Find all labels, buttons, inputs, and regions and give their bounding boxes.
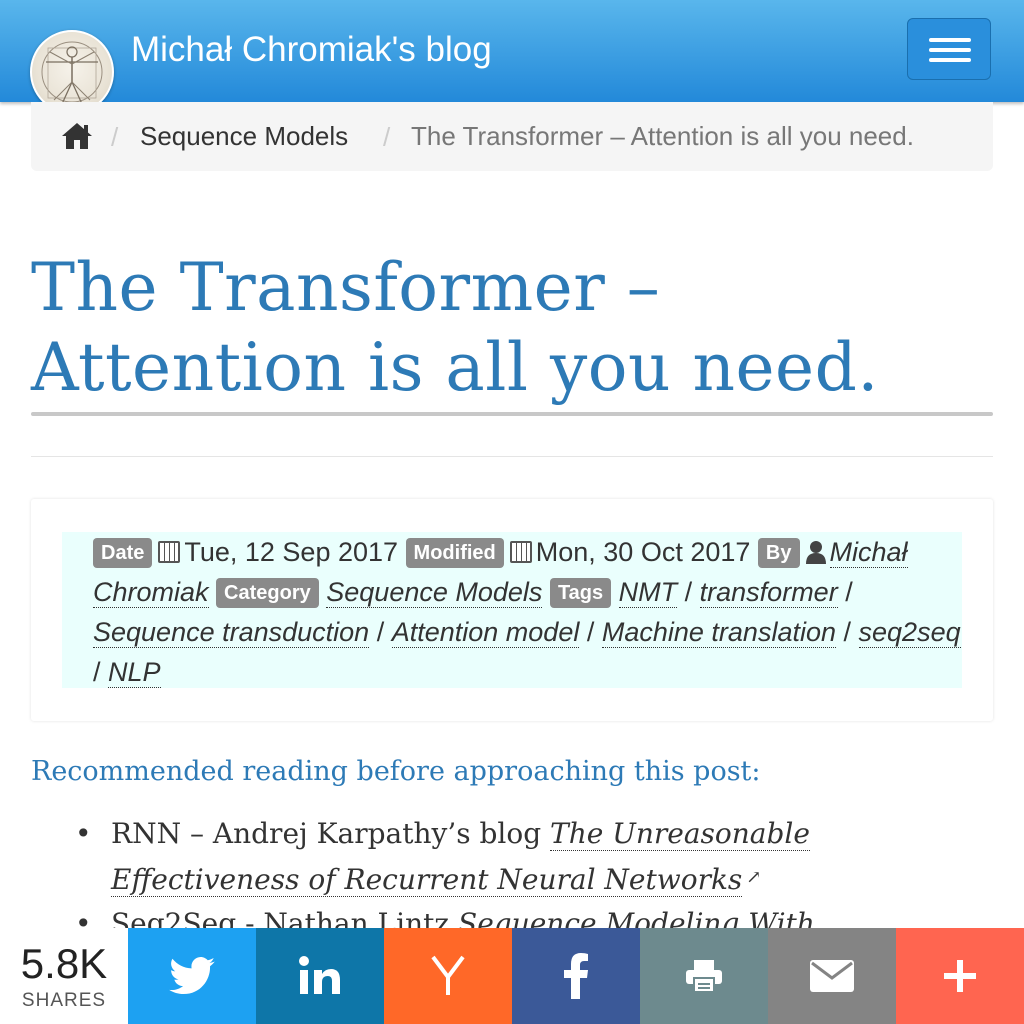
tag-link[interactable]: Attention model bbox=[391, 617, 580, 648]
home-icon[interactable] bbox=[60, 121, 94, 151]
category-label: Category bbox=[216, 578, 319, 608]
breadcrumb-current-page: The Transformer – Attention is all you n… bbox=[411, 121, 914, 151]
modified-date: Mon, 30 Oct 2017 bbox=[535, 537, 751, 567]
tag-link[interactable]: NLP bbox=[108, 657, 161, 688]
post-title: The Transformer – Attention is all you n… bbox=[31, 249, 879, 406]
breadcrumb-category-link[interactable]: Sequence Models bbox=[140, 121, 348, 152]
modified-label: Modified bbox=[405, 538, 504, 568]
linkedin-share-button[interactable] bbox=[256, 928, 384, 1024]
tag-link[interactable]: NMT bbox=[618, 577, 678, 608]
share-count: 5.8K SHARES bbox=[0, 928, 128, 1024]
divider bbox=[31, 456, 993, 457]
printer-icon bbox=[686, 960, 722, 993]
facebook-share-button[interactable] bbox=[512, 928, 640, 1024]
navbar: Michał Chromiak's blog bbox=[0, 0, 1024, 114]
envelope-icon bbox=[810, 960, 854, 992]
list-item: RNN – Andrej Karpathy’s blog The Unreaso… bbox=[0, 812, 871, 902]
email-share-button[interactable] bbox=[768, 928, 896, 1024]
post-meta: Date Tue, 12 Sep 2017 Modified Mon, 30 Oct… bbox=[62, 532, 962, 688]
tag-link[interactable]: Sequence transduction bbox=[93, 617, 370, 648]
tag-link[interactable]: transformer bbox=[699, 577, 838, 608]
menu-icon-bar bbox=[929, 48, 971, 52]
menu-toggle-button[interactable] bbox=[907, 18, 991, 80]
menu-icon-bar bbox=[929, 38, 971, 42]
twitter-icon bbox=[169, 957, 215, 995]
category-link[interactable]: Sequence Models bbox=[326, 577, 543, 608]
facebook-icon bbox=[564, 953, 588, 999]
external-link-icon: ↗ bbox=[746, 867, 762, 888]
breadcrumb-separator: / bbox=[383, 122, 391, 152]
print-button[interactable] bbox=[640, 928, 768, 1024]
hackernews-share-button[interactable] bbox=[384, 928, 512, 1024]
recommended-reading-heading: Recommended reading before approaching t… bbox=[31, 756, 761, 787]
user-icon bbox=[805, 541, 826, 564]
menu-icon-bar bbox=[929, 58, 971, 62]
tags-label: Tags bbox=[549, 578, 612, 608]
share-count-label: SHARES bbox=[21, 990, 107, 1011]
author-label: By bbox=[757, 538, 800, 568]
breadcrumb: / Sequence Models / The Transformer – At… bbox=[31, 102, 993, 171]
blog-title[interactable]: Michał Chromiak's blog bbox=[131, 30, 492, 70]
vitruvian-man-icon bbox=[41, 41, 103, 105]
calendar-icon bbox=[509, 541, 532, 563]
date-label: Date bbox=[93, 538, 153, 568]
more-share-button[interactable] bbox=[896, 928, 1024, 1024]
linkedin-icon bbox=[299, 956, 340, 994]
post-meta-card: Date Tue, 12 Sep 2017 Modified Mon, 30 Oct… bbox=[31, 499, 993, 721]
share-bar: 5.8K SHARES bbox=[0, 928, 1024, 1024]
title-underline bbox=[31, 412, 993, 416]
plus-icon bbox=[944, 960, 976, 992]
tag-link[interactable]: seq2seq bbox=[858, 617, 961, 648]
calendar-icon bbox=[158, 541, 181, 563]
twitter-share-button[interactable] bbox=[128, 928, 256, 1024]
hackernews-icon bbox=[431, 955, 465, 995]
breadcrumb-separator: / bbox=[111, 122, 119, 152]
tag-link[interactable]: Machine translation bbox=[601, 617, 836, 648]
post-date: Tue, 12 Sep 2017 bbox=[184, 537, 399, 567]
share-count-value: 5.8K bbox=[20, 940, 108, 987]
